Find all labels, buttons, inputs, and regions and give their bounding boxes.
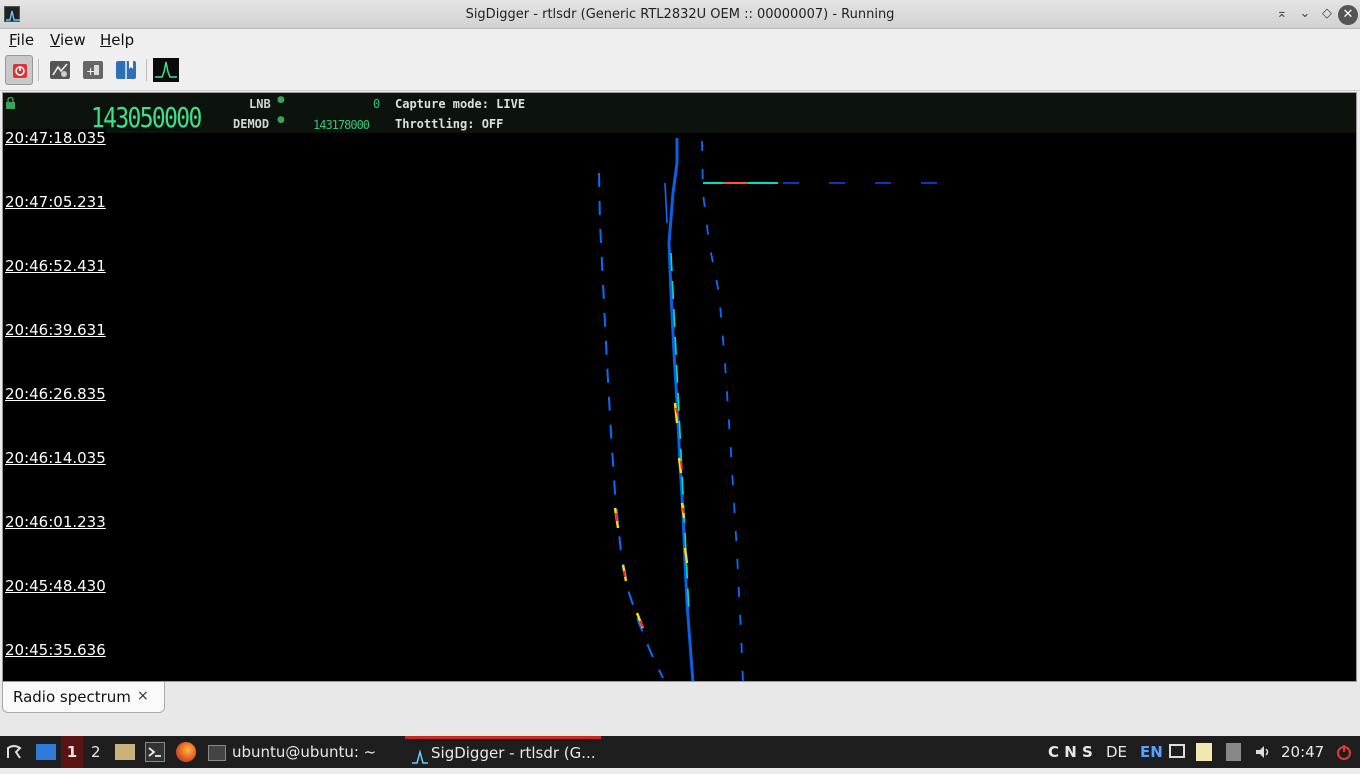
demod-lock-icon[interactable]: ●: [277, 115, 285, 125]
lnb-label: LNB: [249, 97, 271, 111]
waterfall-timestamp: 20:45:35.636: [5, 641, 106, 659]
waterfall-timestamp: 20:46:14.035: [5, 449, 106, 467]
workspace-1[interactable]: 1: [61, 736, 83, 768]
volume-icon[interactable]: [1253, 742, 1273, 762]
spectrum-icon: [153, 58, 179, 82]
demod-frequency[interactable]: 143178000: [313, 118, 370, 132]
menubar: File View Help: [0, 29, 1360, 51]
close-window-button[interactable]: ✕: [1338, 5, 1358, 25]
waterfall-timestamp: 20:46:52.431: [5, 257, 106, 275]
window-title: SigDigger - rtlsdr (Generic RTL2832U OEM…: [465, 7, 895, 22]
toolbar: +: [0, 51, 1360, 91]
lnb-frequency[interactable]: 0: [373, 97, 380, 111]
clipboard-icon[interactable]: [1196, 743, 1212, 761]
menu-view[interactable]: View: [50, 31, 86, 49]
waterfall-display[interactable]: 20:47:18.035 20:47:05.231 20:46:52.431 2…: [3, 129, 1356, 681]
spectrum-button[interactable]: [152, 55, 180, 85]
sigdigger-task-icon: [411, 746, 429, 764]
toolbar-separator: [38, 59, 39, 81]
power-toggle-button[interactable]: [5, 55, 33, 85]
keyboard-layout-de[interactable]: DE: [1106, 736, 1127, 768]
toolbar-separator: [146, 59, 147, 81]
firefox-icon[interactable]: [176, 742, 196, 762]
waterfall-timestamp: 20:46:26.835: [5, 385, 106, 403]
keyboard-icon[interactable]: [1169, 744, 1185, 758]
show-desktop-icon[interactable]: [36, 744, 56, 760]
bookmarks-icon: [116, 61, 136, 79]
throttling-status: Throttling: OFF: [395, 117, 504, 131]
terminal-task-icon: [208, 744, 226, 761]
system-taskbar: 1 2 ubuntu@ubuntu: ~ SigDigger - rtlsdr …: [0, 736, 1360, 768]
workspace-2[interactable]: 2: [91, 736, 101, 768]
power-toggle-icon: [13, 64, 27, 78]
clock: 20:47: [1281, 743, 1325, 761]
waterfall-timestamp: 20:47:05.231: [5, 193, 106, 211]
tab-label: Radio spectrum: [13, 688, 131, 706]
minimize-icon[interactable]: ⌄: [1296, 5, 1314, 23]
task-sigdigger[interactable]: SigDigger - rtlsdr (G...: [405, 736, 601, 768]
add-bookmark-icon: +: [83, 61, 103, 79]
waterfall-timestamp: 20:46:39.631: [5, 321, 106, 339]
file-manager-icon[interactable]: [115, 744, 135, 760]
power-menu-icon[interactable]: [1334, 742, 1354, 762]
waterfall-timestamp: 20:45:48.430: [5, 577, 106, 595]
tab-close-icon[interactable]: ×: [137, 688, 149, 704]
start-menu-icon[interactable]: [4, 742, 24, 762]
settings-icon: [50, 61, 70, 79]
task-terminal[interactable]: ubuntu@ubuntu: ~: [208, 736, 376, 768]
bottom-tab-bar: Radio spectrum ×: [0, 682, 1360, 736]
waterfall-timestamp: 20:47:18.035: [5, 129, 106, 147]
tuner-panel: 143050000 LNB ● 0 DEMOD ● 143178000 Capt…: [3, 93, 1356, 134]
removable-drive-icon[interactable]: [1226, 743, 1241, 761]
menu-file[interactable]: File: [9, 31, 34, 49]
spectrum-frame: 143050000 LNB ● 0 DEMOD ● 143178000 Capt…: [2, 92, 1357, 682]
capture-mode-status: Capture mode: LIVE: [395, 97, 526, 111]
keep-above-icon[interactable]: ⌅: [1273, 5, 1291, 23]
tab-radio-spectrum[interactable]: Radio spectrum ×: [2, 682, 165, 713]
keyboard-layout-en[interactable]: EN: [1140, 736, 1163, 768]
window-titlebar: SigDigger - rtlsdr (Generic RTL2832U OEM…: [0, 0, 1360, 29]
menu-help[interactable]: Help: [100, 31, 134, 49]
maximize-icon[interactable]: ◇: [1318, 5, 1336, 23]
demod-label: DEMOD: [233, 117, 270, 131]
lock-icon[interactable]: [5, 96, 16, 112]
settings-button[interactable]: [46, 55, 74, 85]
tray-indicators[interactable]: C N S: [1048, 736, 1093, 768]
frequency-display[interactable]: 143050000: [91, 101, 202, 134]
bookmarks-button[interactable]: [112, 55, 140, 85]
svg-text:+: +: [86, 65, 95, 78]
terminal-launcher-icon[interactable]: [145, 742, 165, 762]
add-bookmark-button[interactable]: +: [79, 55, 107, 85]
terminal-task-label: ubuntu@ubuntu: ~: [232, 743, 377, 761]
waterfall-timestamp: 20:46:01.233: [5, 513, 106, 531]
lnb-lock-icon[interactable]: ●: [277, 95, 285, 105]
sigdigger-task-label: SigDigger - rtlsdr (G...: [431, 744, 596, 762]
waterfall-traces: [598, 138, 963, 681]
